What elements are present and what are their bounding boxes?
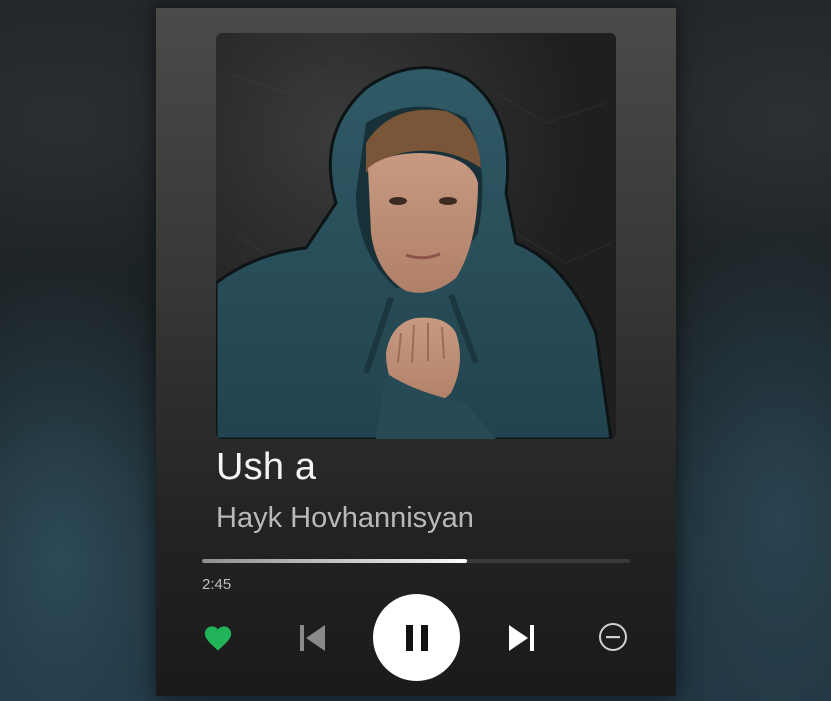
remove-button[interactable] (596, 620, 630, 654)
heart-icon (204, 626, 232, 651)
previous-button[interactable] (296, 620, 330, 656)
player-card: Ush a Hayk Hovhannisyan 2:45 (156, 8, 676, 696)
next-button[interactable] (504, 620, 538, 656)
progress-bar-fill (202, 559, 468, 563)
skip-previous-icon (300, 625, 325, 651)
elapsed-time: 2:45 (202, 576, 232, 593)
progress-bar[interactable] (202, 559, 630, 563)
pause-button[interactable] (373, 594, 460, 681)
pause-icon (405, 624, 428, 651)
artist-name[interactable]: Hayk Hovhannisyan (216, 502, 474, 535)
skip-next-icon (509, 625, 534, 651)
minus-circle-icon (599, 623, 627, 651)
album-cover (216, 33, 616, 439)
song-title: Ush a (216, 446, 317, 488)
like-button[interactable] (202, 622, 234, 654)
